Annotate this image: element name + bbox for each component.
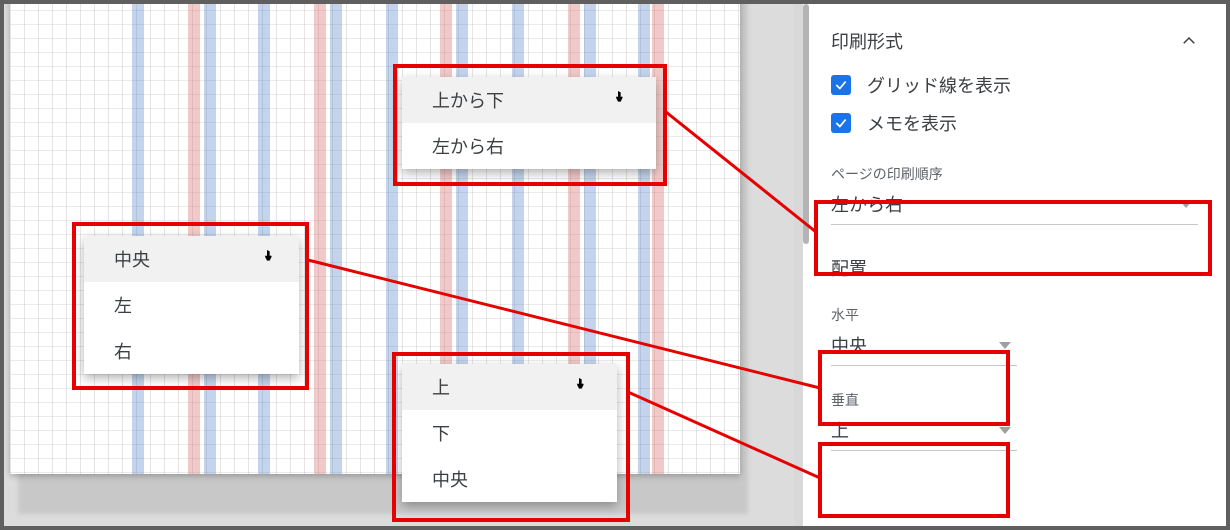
horizontal-align-select[interactable]: 中央 <box>831 325 1017 366</box>
vertical-label: 垂直 <box>831 390 1198 410</box>
option-label: 下 <box>432 420 450 446</box>
horizontal-align-value: 中央 <box>831 332 867 358</box>
page-order-option[interactable]: 左から右 <box>402 123 656 169</box>
vertical-align-select[interactable]: 上 <box>831 410 1017 451</box>
option-label: 中央 <box>432 466 468 492</box>
page-order-value: 左から右 <box>831 191 903 217</box>
horizontal-align-option[interactable]: 右 <box>84 328 299 374</box>
checked-icon <box>831 75 851 95</box>
option-label: 中央 <box>114 246 150 272</box>
option-label: 左 <box>114 292 132 318</box>
option-label: 左から右 <box>432 133 504 159</box>
checkbox-label: グリッド線を表示 <box>867 72 1011 98</box>
page-order-label: ページの印刷順序 <box>831 164 1198 184</box>
checked-icon <box>831 113 851 133</box>
vertical-align-value: 上 <box>831 417 849 443</box>
scrollbar-thumb[interactable] <box>803 4 809 244</box>
pointer-cursor-icon <box>612 89 628 109</box>
dropdown-triangle-icon <box>999 427 1011 434</box>
page-order-option[interactable]: 上から下 <box>402 77 656 123</box>
print-settings-panel: 印刷形式 グリッド線を表示 メモを表示 ページの印刷順序 左から右 配置 水平 … <box>802 4 1226 526</box>
checkbox-label: メモを表示 <box>867 110 957 136</box>
section-print-format-header[interactable]: 印刷形式 <box>831 28 1198 54</box>
page-order-select[interactable]: 左から右 <box>831 184 1198 225</box>
chevron-up-icon <box>1180 32 1198 50</box>
alignment-heading: 配置 <box>831 255 1198 281</box>
dropdown-triangle-icon <box>1180 201 1192 208</box>
vertical-align-option[interactable]: 上 <box>402 364 617 410</box>
vertical-align-options-popup: 上 下 中央 <box>402 364 617 502</box>
option-label: 上から下 <box>432 87 504 113</box>
section-title: 印刷形式 <box>831 28 903 54</box>
pointer-cursor-icon <box>261 248 277 268</box>
pointer-cursor-icon <box>573 376 589 396</box>
dropdown-triangle-icon <box>999 342 1011 349</box>
checkbox-show-gridlines[interactable]: グリッド線を表示 <box>831 72 1198 98</box>
horizontal-align-option[interactable]: 左 <box>84 282 299 328</box>
option-label: 右 <box>114 338 132 364</box>
horizontal-align-options-popup: 中央 左 右 <box>84 236 299 374</box>
horizontal-align-option[interactable]: 中央 <box>84 236 299 282</box>
option-label: 上 <box>432 374 450 400</box>
checkbox-show-notes[interactable]: メモを表示 <box>831 110 1198 136</box>
page-order-options-popup: 上から下 左から右 <box>402 77 656 169</box>
vertical-align-option[interactable]: 下 <box>402 410 617 456</box>
horizontal-label: 水平 <box>831 305 1198 325</box>
vertical-align-option[interactable]: 中央 <box>402 456 617 502</box>
